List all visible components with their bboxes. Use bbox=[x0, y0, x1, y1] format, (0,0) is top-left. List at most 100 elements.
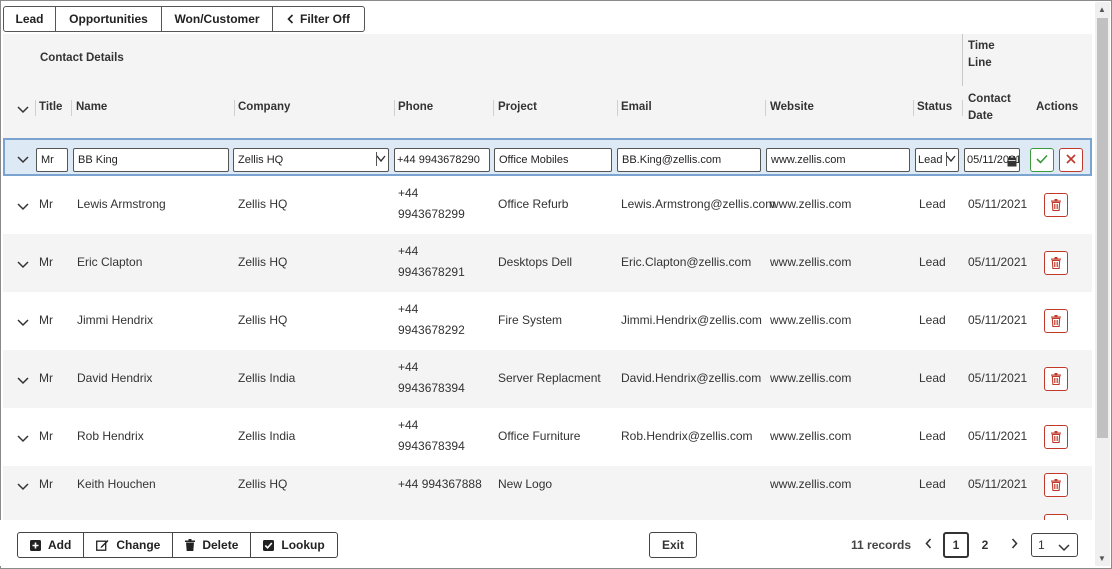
cell-title: Mr bbox=[39, 313, 53, 327]
cell-name: Jimmi Hendrix bbox=[77, 313, 154, 327]
cell-project: Fire System bbox=[498, 313, 563, 327]
table-row[interactable] bbox=[3, 504, 1092, 520]
delete-row-button[interactable] bbox=[1044, 367, 1068, 391]
table-row[interactable]: Mr Lewis Armstrong Zellis HQ Office Refurb L… bbox=[3, 176, 1092, 234]
status-select[interactable]: Lead bbox=[915, 148, 959, 172]
group-header-contact-details: Contact Details bbox=[40, 52, 124, 64]
cell-website: www.zellis.com bbox=[770, 313, 852, 327]
contact-date-input[interactable]: 05/11/2021 bbox=[964, 148, 1020, 172]
cell-website: www.zellis.com bbox=[770, 197, 852, 211]
cell-phone-line-2: 9943678299 bbox=[398, 207, 465, 221]
cell-project: Desktops Dell bbox=[498, 255, 573, 269]
cell-email: Jimmi.Hendrix@zellis.com bbox=[621, 313, 762, 327]
trash-icon bbox=[1051, 431, 1061, 443]
col-header-company[interactable]: Company bbox=[238, 101, 290, 113]
cell-phone-line-2: 9943678292 bbox=[398, 323, 465, 337]
cell-phone: +44 bbox=[398, 302, 419, 316]
accept-button[interactable] bbox=[1030, 148, 1054, 172]
chevron-down-icon[interactable] bbox=[17, 200, 29, 214]
change-label: Change bbox=[116, 538, 161, 552]
delete-row-button[interactable] bbox=[1044, 251, 1068, 275]
cell-phone-line-2: 9943678394 bbox=[398, 381, 465, 395]
cell-website: www.zellis.com bbox=[770, 477, 852, 491]
page-select[interactable]: 1 bbox=[1031, 533, 1078, 557]
cell-company: Zellis HQ bbox=[238, 313, 288, 327]
page-2-button[interactable]: 2 bbox=[976, 532, 994, 558]
cell-title: Mr bbox=[39, 255, 53, 269]
delete-row-button[interactable] bbox=[1044, 425, 1068, 449]
tab-lead[interactable]: Lead bbox=[3, 6, 56, 32]
table-row[interactable]: Mr Eric Clapton Zellis HQ Desktops Dell Eric… bbox=[3, 234, 1092, 292]
tab-won-customer[interactable]: Won/Customer bbox=[162, 6, 273, 32]
delete-row-button[interactable] bbox=[1044, 473, 1068, 497]
email-input[interactable]: BB.King@zellis.com bbox=[617, 148, 761, 172]
col-header-contact-date-2[interactable]: Date bbox=[968, 110, 993, 122]
cell-email: David.Hendrix@zellis.com bbox=[621, 371, 762, 385]
page-select-value: 1 bbox=[1038, 538, 1045, 552]
check-square-icon bbox=[263, 539, 275, 551]
table-row[interactable]: Mr Keith Houchen Zellis HQ New Logo www.zell… bbox=[3, 466, 1092, 504]
scroll-down-icon[interactable]: ▼ bbox=[1098, 554, 1106, 563]
chevron-down-icon[interactable] bbox=[17, 480, 29, 494]
prev-page-button[interactable] bbox=[919, 532, 937, 558]
phone-input[interactable]: +44 9943678290 bbox=[394, 148, 490, 172]
table-row[interactable]: Mr Rob Hendrix Zellis India Office Furnitur… bbox=[3, 408, 1092, 466]
cell-email: Rob.Hendrix@zellis.com bbox=[621, 429, 753, 443]
cell-status: Lead bbox=[919, 429, 946, 443]
contacts-grid: Contact Details Time Line Title Name Com… bbox=[3, 34, 1092, 520]
col-header-phone[interactable]: Phone bbox=[398, 101, 433, 113]
cell-status: Lead bbox=[919, 313, 946, 327]
filter-off-button[interactable]: Filter Off bbox=[273, 6, 365, 32]
close-icon bbox=[1066, 153, 1076, 167]
col-header-name[interactable]: Name bbox=[76, 101, 107, 113]
name-input[interactable]: BB King bbox=[73, 148, 229, 172]
scroll-up-icon[interactable]: ▲ bbox=[1098, 5, 1106, 14]
record-count: 11 records bbox=[851, 538, 912, 552]
chevron-down-icon[interactable] bbox=[17, 153, 29, 167]
col-header-email[interactable]: Email bbox=[621, 101, 652, 113]
trash-icon bbox=[1051, 373, 1061, 385]
delete-row-button[interactable] bbox=[1044, 309, 1068, 333]
filter-off-label: Filter Off bbox=[300, 12, 350, 26]
website-input[interactable]: www.zellis.com bbox=[766, 148, 910, 172]
delete-row-button[interactable] bbox=[1044, 193, 1068, 217]
cell-title: Mr bbox=[39, 371, 53, 385]
cell-phone-line-2: 9943678291 bbox=[398, 265, 465, 279]
col-header-website[interactable]: Website bbox=[770, 101, 814, 113]
scrollbar-thumb[interactable] bbox=[1097, 18, 1108, 438]
table-row[interactable]: Mr Jimmi Hendrix Zellis HQ Fire System Jimmi… bbox=[3, 292, 1092, 350]
chevron-down-icon[interactable] bbox=[17, 432, 29, 446]
add-button[interactable]: Add bbox=[17, 532, 85, 558]
exit-button[interactable]: Exit bbox=[649, 532, 697, 558]
check-icon bbox=[1036, 153, 1048, 167]
title-input[interactable]: Mr bbox=[36, 148, 68, 172]
chevron-down-icon[interactable] bbox=[17, 258, 29, 272]
page-1-button[interactable]: 1 bbox=[943, 532, 969, 558]
cancel-button[interactable] bbox=[1059, 148, 1083, 172]
next-page-button[interactable] bbox=[1005, 532, 1023, 558]
col-header-contact-date-1[interactable]: Contact bbox=[968, 93, 1011, 105]
cell-contact-date: 05/11/2021 bbox=[968, 313, 1028, 327]
calendar-icon[interactable] bbox=[1007, 154, 1017, 171]
company-select[interactable]: Zellis HQ bbox=[233, 148, 389, 172]
col-header-title[interactable]: Title bbox=[39, 101, 62, 113]
cell-phone: +44 bbox=[398, 360, 419, 374]
edit-row: Mr BB King Zellis HQ +44 9943678290 Offi… bbox=[3, 138, 1092, 176]
collapse-all-icon[interactable] bbox=[17, 103, 29, 117]
project-input[interactable]: Office Mobiles bbox=[494, 148, 612, 172]
table-row[interactable]: Mr David Hendrix Zellis India Server Replac… bbox=[3, 350, 1092, 408]
lookup-button[interactable]: Lookup bbox=[251, 532, 338, 558]
cell-website: www.zellis.com bbox=[770, 255, 852, 269]
col-header-status[interactable]: Status bbox=[917, 101, 952, 113]
cell-status: Lead bbox=[919, 477, 946, 491]
tab-opportunities[interactable]: Opportunities bbox=[56, 6, 162, 32]
chevron-down-icon[interactable] bbox=[17, 374, 29, 388]
chevron-down-icon[interactable] bbox=[17, 316, 29, 330]
vertical-scrollbar[interactable]: ▲ ▼ bbox=[1095, 2, 1110, 566]
col-header-project[interactable]: Project bbox=[498, 101, 537, 113]
delete-button[interactable]: Delete bbox=[173, 532, 252, 558]
cell-project: New Logo bbox=[498, 477, 553, 491]
change-button[interactable]: Change bbox=[84, 532, 174, 558]
cell-phone: +44 bbox=[398, 418, 419, 432]
cell-company: Zellis HQ bbox=[238, 255, 288, 269]
